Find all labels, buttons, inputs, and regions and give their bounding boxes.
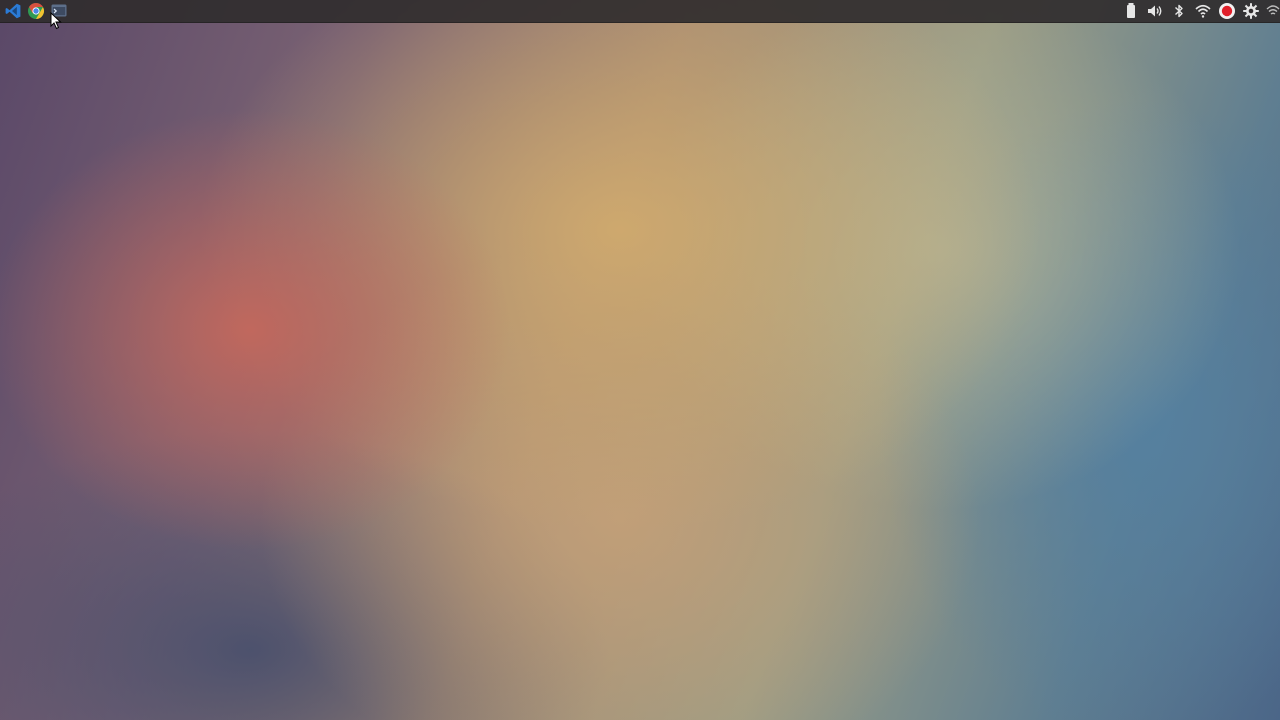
wifi-icon[interactable] <box>1194 2 1212 20</box>
record-icon[interactable] <box>1218 2 1236 20</box>
settings-icon[interactable] <box>1242 2 1260 20</box>
mouse-cursor-icon <box>50 12 62 30</box>
chrome-icon[interactable] <box>27 2 45 20</box>
volume-icon[interactable] <box>1146 2 1164 20</box>
launcher-icons <box>4 2 73 20</box>
network-icon[interactable] <box>1266 2 1280 20</box>
vscode-icon[interactable] <box>4 2 22 20</box>
battery-icon[interactable] <box>1122 2 1140 20</box>
desktop-wallpaper <box>0 0 1280 720</box>
system-tray <box>1116 0 1280 22</box>
bluetooth-icon[interactable] <box>1170 2 1188 20</box>
top-panel <box>0 0 1280 23</box>
